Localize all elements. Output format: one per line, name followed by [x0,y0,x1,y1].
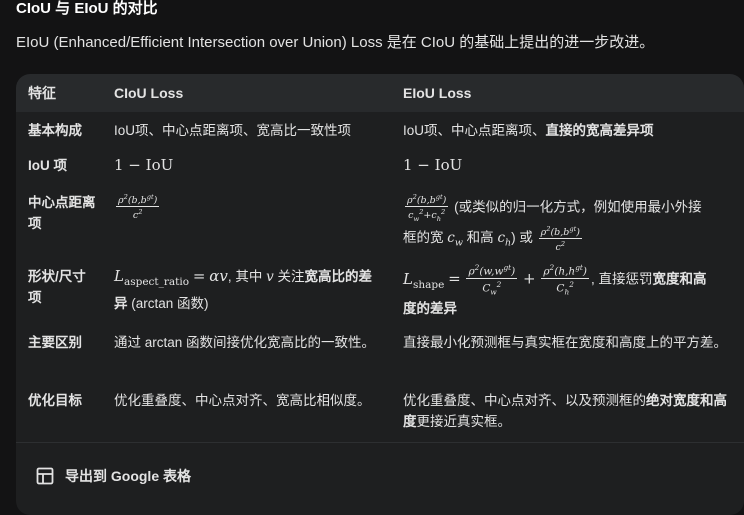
eiou-cell: IoU项、中心点距离项、直接的宽高差异项 [403,123,654,138]
eiou-cell: Lshape = ρ2(w,wgt) Cw2 + ρ2(h,hgt) Ch2 ,… [403,263,707,317]
eiou-center-formula: ρ2(b,bgt) cw2+ch2 [405,193,449,224]
row-label: 基本构成 [28,123,82,138]
table-grid-icon [36,467,54,485]
ciou-cell: 优化重叠度、中心点对齐、宽高比相似度。 [114,393,371,408]
export-to-sheets-button[interactable]: 导出到 Google 表格 [36,466,191,486]
intro-paragraph: EIoU (Enhanced/Efficient Intersection ov… [16,34,655,51]
header-feature: 特征 [28,85,56,101]
section-heading: CIoU 与 EIoU 的对比 [16,0,158,17]
ciou-cell: 1 − IoU [114,156,174,174]
eiou-cell: 直接最小化预测框与真实框在宽度和高度上的平方差。 [403,335,727,350]
export-label: 导出到 Google 表格 [65,468,191,484]
header-ciou: CIoU Loss [114,85,184,101]
row-label: 主要区别 [28,335,82,350]
row-label: IoU 项 [28,158,67,173]
chat-response: CIoU 与 EIoU 的对比 EIoU (Enhanced/Efficient… [0,0,744,515]
row-label: 优化目标 [28,393,82,408]
header-eiou: EIoU Loss [403,85,472,101]
center-distance-formula: ρ2(b,bgt) c2 [116,193,160,222]
table-header: 特征 CIoU Loss EIoU Loss [16,74,744,112]
ciou-cell: IoU项、中心点距离项、宽高比一致性项 [114,123,352,138]
eiou-cell: ρ2(b,bgt) cw2+ch2 (或类似的归一化方式，例如使用最小外接 框的… [403,193,702,254]
comparison-table: 特征 CIoU Loss EIoU Loss 基本构成 IoU项、中心点距离项、… [16,74,744,515]
eiou-cell: 1 − IoU [403,156,463,174]
eiou-cell: 优化重叠度、中心点对齐、以及预测框的绝对宽度和高度更接近真实框。 [403,393,727,429]
ciou-cell: ρ2(b,bgt) c2 [114,192,384,221]
row-label: 形状/尺寸项 [28,269,86,305]
ciou-cell: Laspect_ratio = αv, 其中 v 关注宽高比的差异 (arcta… [114,267,372,311]
table-footer-divider [16,442,744,443]
row-label: 中心点距离项 [28,195,96,231]
ciou-cell: 通过 arctan 函数间接优化宽高比的一致性。 [114,335,376,350]
